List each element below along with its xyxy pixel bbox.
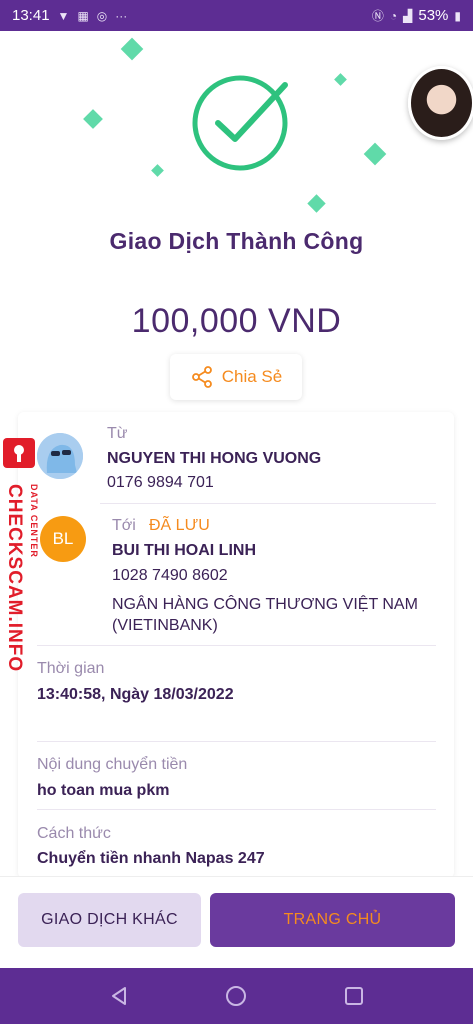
sparkle-icon	[363, 142, 387, 166]
sparkle-icon	[151, 164, 164, 177]
divider	[37, 741, 436, 742]
recipient-initials: BL	[52, 529, 74, 548]
watermark-site: CHECKSCAM.INFO	[4, 484, 25, 673]
vpn-icon: ▼	[57, 8, 70, 23]
watermark-subtitle: DATA CENTER	[29, 484, 39, 558]
sender-name: NGUYEN THI HONG VUONG	[107, 450, 322, 467]
content-value: ho toan mua pkm	[37, 782, 170, 799]
divider	[37, 645, 436, 646]
battery-percent: 53%	[418, 7, 449, 24]
sparkle-icon	[83, 109, 103, 129]
sparkle-icon	[120, 37, 144, 61]
recents-icon[interactable]	[342, 984, 366, 1008]
saved-badge: ĐÃ LƯU	[149, 517, 210, 534]
recipient-bank: NGÂN HÀNG CÔNG THƯƠNG VIỆT NAM	[112, 596, 418, 613]
messenger-icon: ◎	[96, 8, 108, 23]
wifi-icon: ◔	[389, 8, 398, 23]
uniqlo-icon: ▦	[77, 8, 89, 23]
time-label: Thời gian	[37, 660, 105, 677]
share-icon	[191, 366, 212, 388]
status-bar: 13:41 ▼ ▦ ◎ ··· Ⓝ ◔ ▟ 53% ▮	[0, 0, 473, 31]
system-nav-bar	[0, 968, 473, 1024]
home-button[interactable]: TRANG CHỦ	[210, 893, 455, 947]
divider	[37, 809, 436, 810]
transfer-amount: 100,000 VND	[131, 302, 342, 340]
home-label: TRANG CHỦ	[283, 911, 382, 928]
share-button[interactable]: Chia Sẻ	[170, 354, 302, 400]
more-icon: ···	[115, 8, 128, 23]
recipient-name: BUI THI HOAI LINH	[112, 542, 256, 559]
to-label: Tới	[112, 517, 136, 534]
sender-avatar	[37, 433, 83, 479]
from-label: Từ	[107, 425, 128, 442]
success-check-icon	[192, 75, 288, 171]
recipient-account: 1028 7490 8602	[112, 567, 228, 584]
page-title: Giao Dịch Thành Công	[109, 228, 364, 254]
other-transaction-button[interactable]: GIAO DỊCH KHÁC	[18, 893, 201, 947]
content-label: Nội dung chuyển tiền	[37, 756, 188, 773]
method-value: Chuyển tiền nhanh Napas 247	[37, 850, 265, 867]
sender-account: 0176 9894 701	[107, 474, 214, 491]
time-value: 13:40:58, Ngày 18/03/2022	[37, 686, 234, 703]
battery-icon: ▮	[454, 8, 461, 23]
divider	[100, 503, 436, 504]
signal-icon: ▟	[403, 8, 413, 23]
back-icon[interactable]	[107, 984, 131, 1008]
ghost-avatar-icon	[37, 433, 83, 479]
sparkle-icon	[307, 194, 326, 213]
other-transaction-label: GIAO DỊCH KHÁC	[41, 911, 178, 928]
watermark-lock-icon	[3, 438, 35, 468]
sparkle-icon	[334, 73, 347, 86]
nfc-icon: Ⓝ	[371, 9, 384, 23]
floating-avatar[interactable]	[408, 66, 473, 140]
method-label: Cách thức	[37, 825, 111, 842]
status-time: 13:41	[12, 7, 50, 24]
home-nav-icon[interactable]	[224, 984, 248, 1008]
recipient-avatar: BL	[40, 516, 86, 562]
share-label: Chia Sẻ	[221, 367, 283, 386]
recipient-bank-short: (VIETINBANK)	[112, 617, 218, 634]
